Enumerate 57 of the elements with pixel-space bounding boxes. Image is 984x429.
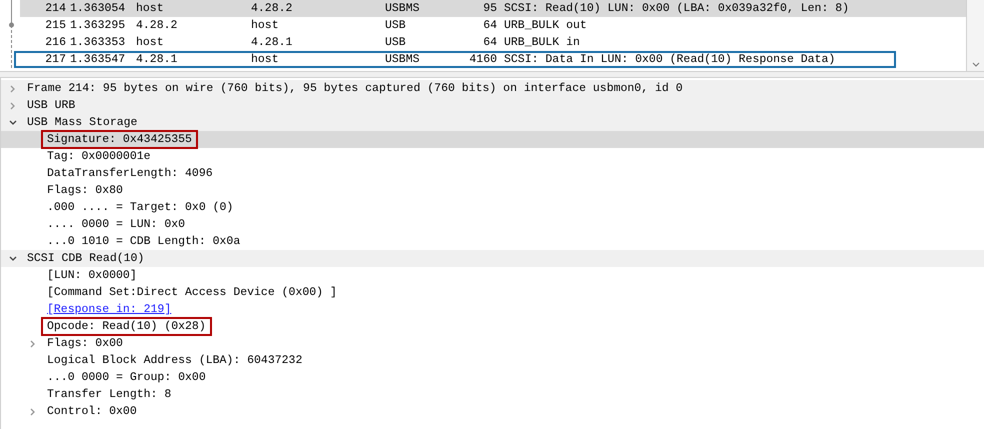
response-link[interactable]: [Response in: 219] [43, 302, 176, 317]
packet-protocol: USBMS [385, 52, 421, 68]
tree-item[interactable]: Tag: 0x0000001e [43, 149, 155, 164]
packet-no: 217 [44, 52, 66, 68]
collapse-chevron-icon[interactable] [9, 254, 17, 262]
packet-length: 4160 [468, 52, 497, 68]
packet-info: URB_BULK in [503, 34, 580, 51]
packet-no: 215 [44, 18, 66, 34]
expand-chevron-icon[interactable] [9, 102, 17, 110]
packet-time: 1.363054 [69, 0, 126, 17]
packet-time: 1.363353 [69, 34, 126, 51]
packet-destination: 4.28.1 [251, 34, 294, 51]
packet-info: SCSI: Data In LUN: 0x00 (Read(10) Response Data) [503, 52, 836, 68]
packet-protocol: USB [385, 34, 407, 51]
tree-item[interactable]: Transfer Length: 8 [43, 387, 176, 402]
packet-row[interactable]: 214 1.363054 host 4.28.2 USBMS 95 SCSI: Read(10) LUN: 0x00 (LBA: 0x039a32f0, Len: 8) [20, 0, 966, 17]
expand-chevron-icon[interactable] [29, 408, 37, 416]
tree-item[interactable]: .... 0000 = LUN: 0x0 [43, 217, 190, 232]
expand-chevron-icon[interactable] [9, 84, 17, 92]
scroll-down-icon[interactable] [972, 62, 980, 67]
related-packets-drawing [9, 0, 14, 70]
packet-time: 1.363547 [69, 52, 126, 68]
packet-length: 95 [482, 0, 497, 17]
packet-no: 214 [44, 0, 66, 17]
tree-item[interactable]: .000 .... = Target: 0x0 (0) [43, 200, 238, 215]
scrollbar[interactable] [966, 0, 984, 71]
packet-info: URB_BULK out [503, 18, 587, 34]
packet-source: host [136, 34, 165, 51]
packet-destination: 4.28.2 [251, 0, 294, 17]
packet-row[interactable]: 216 1.363353 host 4.28.1 USB 64 URB_BULK in [20, 34, 966, 51]
packet-protocol: USBMS [385, 0, 421, 17]
tree-item[interactable]: Flags: 0x80 [43, 183, 127, 198]
tree-item[interactable]: ...0 1010 = CDB Length: 0x0a [43, 234, 244, 249]
packet-row[interactable]: 215 1.363295 4.28.2 host USB 64 URB_BULK out [20, 17, 966, 34]
tree-item[interactable]: ...0 0000 = Group: 0x00 [43, 370, 210, 385]
tree-item[interactable]: DataTransferLength: 4096 [43, 166, 217, 181]
packet-source: host [136, 0, 165, 17]
packet-source: 4.28.1 [136, 52, 178, 68]
packet-length: 64 [482, 34, 497, 51]
packet-time: 1.363295 [69, 18, 126, 34]
tree-item[interactable]: Opcode: Read(10) (0x28) [43, 319, 210, 334]
tree-item[interactable]: Flags: 0x00 [43, 336, 127, 351]
expand-chevron-icon[interactable] [29, 340, 37, 348]
packet-row[interactable]: 217 1.363547 4.28.1 host USBMS 4160 SCSI: Data In LUN: 0x00 (Read(10) Response Data) [14, 51, 896, 68]
packet-protocol: USB [385, 18, 407, 34]
tree-item[interactable]: Control: 0x00 [43, 404, 141, 419]
packet-info: SCSI: Read(10) LUN: 0x00 (LBA: 0x039a32f0, Len: 8) [503, 0, 850, 17]
tree-item[interactable]: Logical Block Address (LBA): 60437232 [43, 353, 306, 368]
packet-destination: host [251, 52, 280, 68]
packet-no: 216 [44, 34, 66, 51]
packet-destination: host [251, 18, 280, 34]
packet-length: 64 [482, 18, 497, 34]
collapse-chevron-icon[interactable] [9, 118, 17, 126]
packet-source: 4.28.2 [136, 18, 178, 34]
tree-item[interactable]: Signature: 0x43425355 [43, 132, 196, 147]
tree-item[interactable]: [LUN: 0x0000] [43, 268, 141, 283]
tree-item[interactable]: [Command Set:Direct Access Device (0x00) ] [43, 285, 341, 300]
